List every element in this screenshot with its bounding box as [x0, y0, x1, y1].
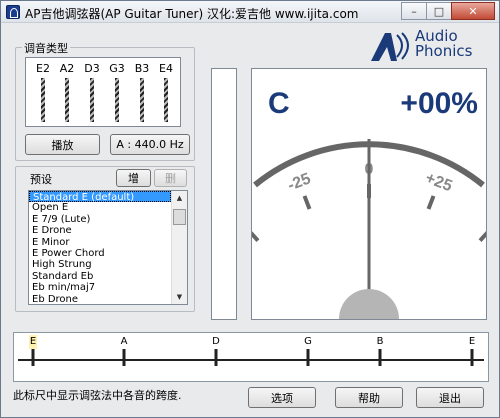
- string-name: B3: [134, 62, 150, 75]
- ruler-note-label: B: [376, 336, 384, 347]
- tuning-meter: C +00% -50-250+25+50: [251, 68, 487, 320]
- deviation-readout: +00%: [400, 87, 478, 120]
- ruler-note-label: G: [304, 336, 312, 347]
- guitar-string-icon: [140, 78, 144, 122]
- guitar-string-icon: [90, 78, 94, 122]
- meter-scale-label: -50: [252, 205, 253, 233]
- string-name: E4: [159, 62, 173, 75]
- preset-list[interactable]: Standard E (default) Open EE 7/9 (Lute) E …: [28, 190, 188, 305]
- maximize-button[interactable]: □: [426, 2, 452, 20]
- status-text: 此标尺中显示调弦法中各音的跨度.: [13, 389, 182, 402]
- pitch-reference-button[interactable]: A : 440.0 Hz: [110, 134, 190, 155]
- meter-scale-label: +50: [483, 204, 486, 235]
- string-2[interactable]: D3: [83, 62, 101, 122]
- preset-list-item[interactable]: E Minor: [29, 237, 171, 248]
- preset-list-item[interactable]: Eb Drone: [29, 294, 171, 304]
- meter-tick: [302, 195, 312, 210]
- window-title: AP吉他调弦器(AP Guitar Tuner) 汉化:爱吉他 www.ijit…: [25, 7, 359, 21]
- needle-pivot: [339, 289, 399, 319]
- preset-list-item[interactable]: High Strung: [29, 259, 171, 270]
- tuning-span-ruler: EADGBE: [13, 332, 489, 382]
- preset-list-item[interactable]: Standard Eb: [29, 271, 171, 282]
- meter-scale-label: -25: [285, 170, 313, 194]
- ruler-note-label: D: [212, 336, 220, 347]
- minimize-button[interactable]: –: [401, 2, 427, 20]
- tuning-type-label: 调音类型: [22, 40, 70, 56]
- preset-list-item[interactable]: E Power Chord: [29, 248, 171, 259]
- preset-label: 预设: [28, 171, 54, 187]
- window-controls: – □ ✕: [401, 2, 495, 20]
- preset-list-item[interactable]: Standard E (default): [29, 191, 171, 203]
- meter-tick: [426, 195, 436, 210]
- ruler-tick: [378, 349, 382, 366]
- scroll-up-arrow-icon[interactable]: ▲: [172, 191, 187, 205]
- audio-phonics-logo: Audio Phonics: [367, 29, 479, 63]
- meter-tick: [478, 231, 486, 242]
- ruler-line: [18, 359, 484, 361]
- tuner-window: AP吉他调弦器(AP Guitar Tuner) 汉化:爱吉他 www.ijit…: [0, 0, 500, 418]
- string-name: D3: [84, 62, 100, 75]
- play-button[interactable]: 播放: [25, 134, 100, 155]
- preset-list-scrollbar[interactable]: ▲ ▼: [171, 191, 187, 304]
- string-4[interactable]: B3: [133, 62, 151, 122]
- ruler-note-label: E: [468, 336, 476, 347]
- preset-list-item[interactable]: E 7/9 (Lute): [29, 214, 171, 225]
- ruler-tick: [122, 349, 126, 366]
- guitar-string-icon: [65, 78, 69, 122]
- scroll-thumb[interactable]: [173, 209, 186, 225]
- meter-graphic: C +00% -50-250+25+50: [252, 87, 486, 319]
- scroll-down-arrow-icon[interactable]: ▼: [172, 290, 187, 304]
- guitar-string-icon: [41, 78, 45, 122]
- add-preset-button[interactable]: 增: [116, 169, 151, 187]
- title-bar[interactable]: AP吉他调弦器(AP Guitar Tuner) 汉化:爱吉他 www.ijit…: [1, 1, 499, 23]
- logo-mark-icon: [371, 32, 409, 61]
- close-button[interactable]: ✕: [451, 2, 495, 20]
- logo-line-2: Phonics: [415, 42, 473, 60]
- ruler-note-label: E: [29, 336, 37, 347]
- guitar-string-icon: [115, 78, 119, 122]
- preset-list-item[interactable]: E Drone: [29, 225, 171, 236]
- string-0[interactable]: E2: [34, 62, 52, 122]
- meter-tick: [252, 231, 260, 242]
- ruler-tick: [31, 349, 35, 366]
- signal-level-bar: [211, 68, 237, 320]
- ruler-note-label: A: [120, 336, 128, 347]
- ruler-tick: [470, 349, 474, 366]
- preset-list-item[interactable]: Eb min/maj7: [29, 282, 171, 293]
- detected-note: C: [268, 87, 290, 120]
- delete-preset-button[interactable]: 删: [154, 169, 187, 187]
- app-icon: [6, 5, 20, 19]
- guitar-string-icon: [164, 78, 168, 122]
- string-5[interactable]: E4: [157, 62, 175, 122]
- options-button[interactable]: 选项: [248, 387, 316, 408]
- string-1[interactable]: A2: [58, 62, 76, 122]
- help-button[interactable]: 帮助: [335, 387, 403, 408]
- preset-list-item[interactable]: Open E: [29, 202, 171, 213]
- exit-button[interactable]: 退出: [416, 387, 484, 408]
- string-name: A2: [59, 62, 75, 75]
- ruler-tick: [306, 349, 310, 366]
- ruler-tick: [214, 349, 218, 366]
- string-3[interactable]: G3: [108, 62, 126, 122]
- strings-display: E2 A2 D3 G3 B3 E4: [25, 57, 181, 127]
- string-name: E2: [36, 62, 50, 75]
- string-name: G3: [109, 62, 125, 75]
- meter-scale-label: +25: [423, 170, 455, 196]
- logo-text: Audio Phonics: [415, 29, 472, 59]
